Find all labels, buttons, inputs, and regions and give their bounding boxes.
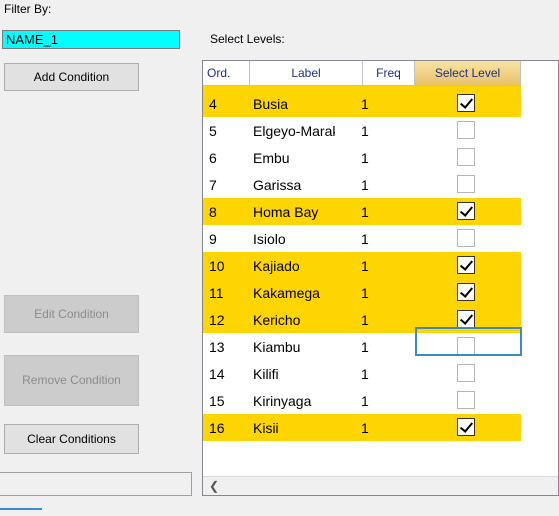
row-freq: 1	[361, 149, 369, 166]
row-label: Embu	[253, 149, 290, 166]
row-freq: 1	[361, 284, 369, 301]
select-level-checkbox[interactable]	[457, 418, 475, 436]
header-select-level[interactable]: Select Level	[415, 61, 521, 86]
chevron-left-icon[interactable]: ❮	[207, 478, 221, 494]
checkmark-icon	[459, 284, 474, 298]
row-ord: 15	[209, 392, 225, 409]
row-label: Kisii	[253, 419, 279, 436]
table-row[interactable]: 4 Busia 1	[203, 90, 521, 117]
row-ord: 6	[209, 149, 217, 166]
row-label: Kirinyaga	[253, 392, 312, 409]
table-row[interactable]: 7 Garissa 1	[203, 171, 521, 198]
row-ord: 11	[209, 284, 224, 301]
table-row[interactable]: 16 Kisii 1	[203, 414, 521, 441]
select-level-checkbox[interactable]	[457, 148, 475, 166]
horizontal-scrollbar[interactable]: ❮	[203, 476, 558, 495]
table-row[interactable]: 15 Kirinyaga 1	[203, 387, 521, 414]
row-ord: 5	[209, 122, 217, 139]
header-label[interactable]: Label	[250, 61, 363, 86]
select-level-checkbox[interactable]	[457, 229, 475, 247]
checkmark-icon	[459, 311, 474, 325]
table-row[interactable]: 11 Kakamega 1	[203, 279, 521, 306]
row-ord: 13	[209, 338, 225, 355]
select-level-checkbox[interactable]	[457, 364, 475, 382]
edit-condition-button[interactable]: Edit Condition	[4, 295, 139, 333]
filter-field[interactable]	[2, 30, 180, 49]
row-label: Homa Bay	[253, 203, 319, 220]
select-level-checkbox[interactable]	[457, 202, 475, 220]
table-row[interactable]: 8 Homa Bay 1	[203, 198, 521, 225]
select-level-checkbox[interactable]	[457, 121, 475, 139]
table-row[interactable]: 10 Kajiado 1	[203, 252, 521, 279]
row-label: Garissa	[253, 176, 302, 193]
checkmark-icon	[459, 419, 474, 433]
checkmark-icon	[459, 257, 474, 271]
filter-by-label: Filter By:	[4, 2, 52, 16]
row-freq: 1	[361, 257, 369, 274]
row-ord: 8	[209, 203, 217, 220]
row-label: Elgeyo-Marakwet	[253, 122, 335, 139]
select-level-checkbox[interactable]	[457, 310, 475, 328]
row-ord: 14	[209, 365, 225, 382]
row-freq: 1	[361, 122, 369, 139]
row-ord: 7	[209, 176, 217, 193]
row-freq: 1	[361, 176, 369, 193]
checkmark-icon	[459, 95, 474, 109]
row-freq: 1	[361, 392, 369, 409]
table-row[interactable]: 9 Isiolo 1	[203, 225, 521, 252]
select-level-checkbox[interactable]	[457, 283, 475, 301]
status-field	[0, 472, 192, 496]
clear-conditions-button[interactable]: Clear Conditions	[4, 424, 139, 454]
row-label: Kilifi	[253, 365, 279, 382]
row-label: Kakamega	[253, 284, 320, 301]
select-level-checkbox[interactable]	[457, 175, 475, 193]
select-level-checkbox[interactable]	[457, 94, 475, 112]
levels-grid[interactable]: Ord. Label Freq Select Level 4 Busia 1 5 Elg…	[202, 60, 559, 496]
row-label: Kericho	[253, 311, 301, 328]
row-freq: 1	[361, 311, 369, 328]
bottom-tab-indicator	[0, 508, 42, 516]
add-condition-button[interactable]: Add Condition	[4, 63, 139, 91]
row-freq: 1	[361, 419, 369, 436]
header-freq[interactable]: Freq	[363, 61, 415, 86]
focused-cell-outline	[415, 327, 522, 356]
header-ord[interactable]: Ord.	[203, 61, 250, 86]
row-ord: 9	[209, 230, 217, 247]
row-freq: 1	[361, 95, 369, 112]
select-level-checkbox[interactable]	[457, 256, 475, 274]
select-levels-label: Select Levels:	[210, 32, 285, 46]
checkmark-icon	[459, 203, 474, 217]
row-freq: 1	[361, 365, 369, 382]
row-label: Kajiado	[253, 257, 300, 274]
table-row[interactable]: 6 Embu 1	[203, 144, 521, 171]
row-ord: 16	[209, 419, 225, 436]
table-row[interactable]: 14 Kilifi 1	[203, 360, 521, 387]
row-ord: 10	[209, 257, 225, 274]
row-freq: 1	[361, 230, 369, 247]
table-row[interactable]: 5 Elgeyo-Marakwet 1	[203, 117, 521, 144]
row-label: Isiolo	[253, 230, 286, 247]
row-label: Kiambu	[253, 338, 301, 355]
grid-header: Ord. Label Freq Select Level	[203, 61, 558, 86]
row-ord: 4	[209, 95, 217, 112]
row-freq: 1	[361, 338, 369, 355]
row-label: Busia	[253, 95, 289, 112]
remove-condition-button[interactable]: Remove Condition	[4, 355, 139, 406]
select-level-checkbox[interactable]	[457, 391, 475, 409]
row-freq: 1	[361, 203, 369, 220]
row-ord: 12	[209, 311, 225, 328]
